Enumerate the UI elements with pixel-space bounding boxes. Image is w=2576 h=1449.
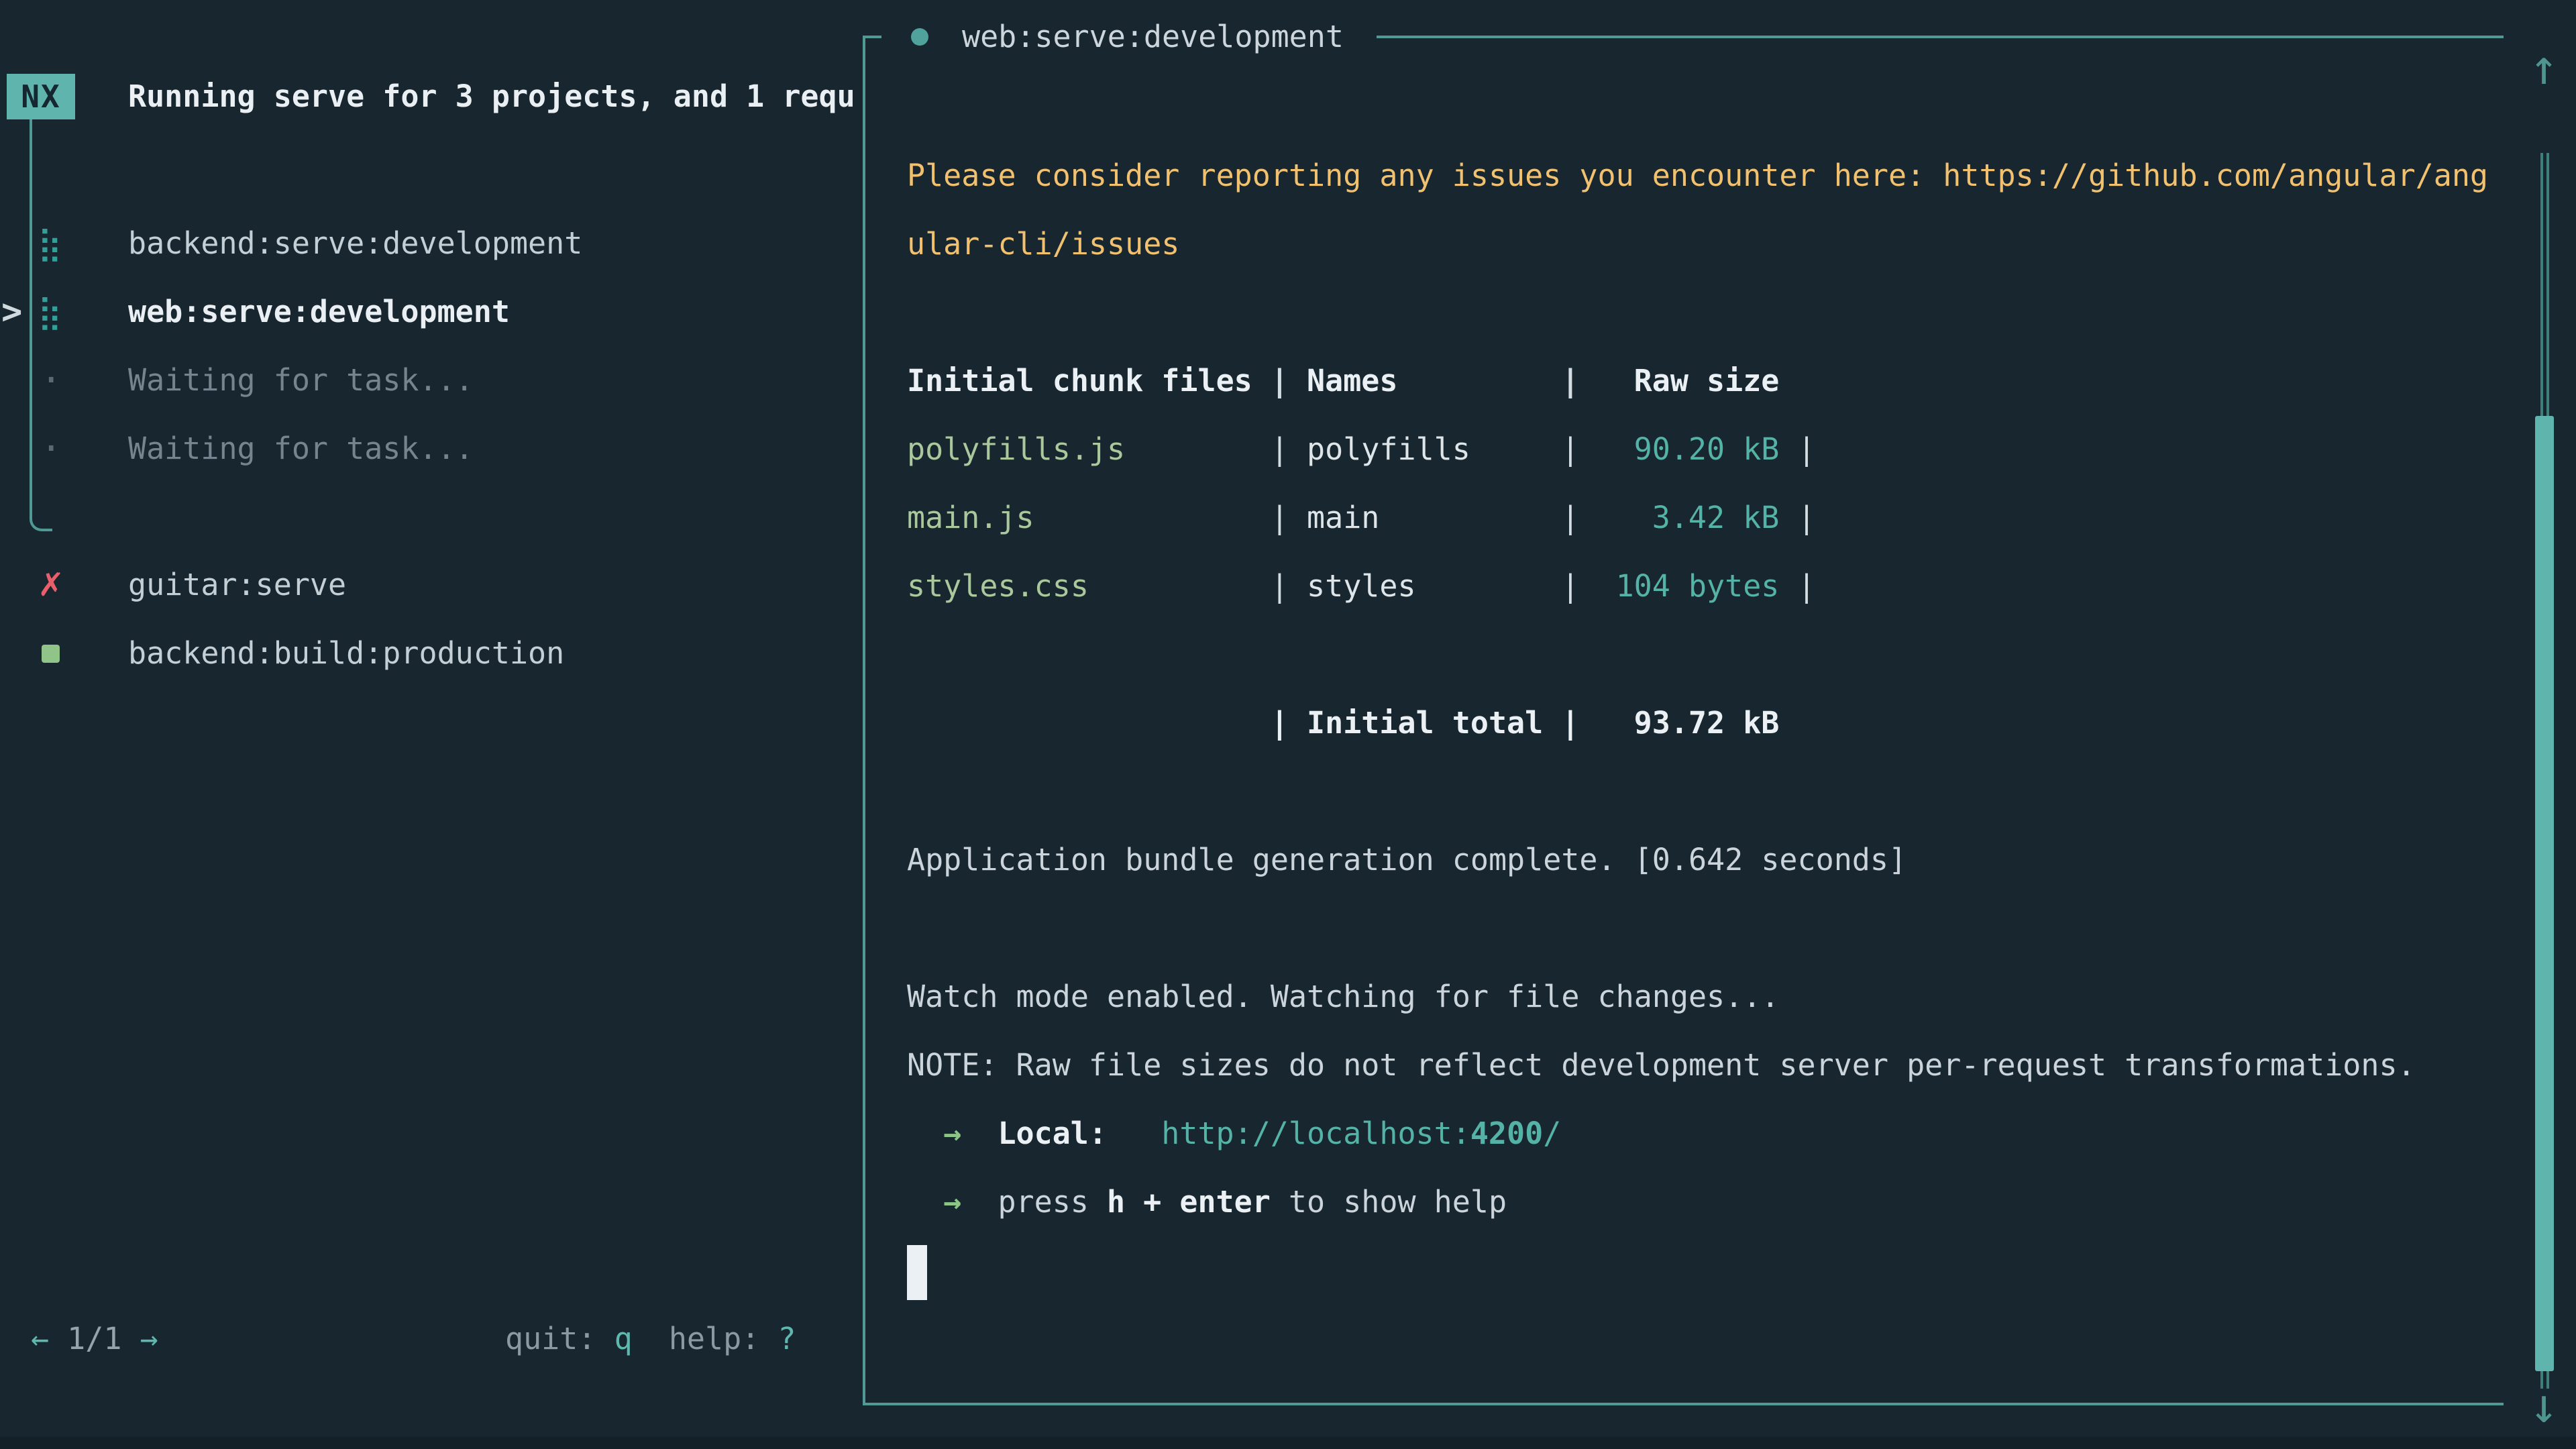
table-separator: |	[1779, 431, 1815, 467]
chunk-name: main	[1307, 484, 1561, 552]
panel-bottom-border	[863, 1403, 2504, 1405]
running-dot-icon	[911, 28, 928, 46]
task-label: guitar:serve	[128, 551, 346, 619]
issues-notice-line1: Please consider reporting any issues you…	[907, 142, 2517, 210]
scrollbar-thumb[interactable]	[2535, 416, 2554, 1371]
table-separator: |	[1561, 568, 1579, 604]
watch-mode-line: Watch mode enabled. Watching for file ch…	[907, 963, 2517, 1031]
table-separator: |	[1561, 363, 1579, 398]
task-row-web-serve[interactable]: > ⣷ web:serve:development	[0, 278, 863, 346]
table-total-row: | Initial total|93.72 kB	[907, 689, 2517, 757]
table-separator: |	[1271, 500, 1307, 535]
chunk-file: styles.css	[907, 552, 1271, 621]
arrow-icon: →	[943, 1184, 961, 1220]
table-separator: |	[1271, 568, 1307, 604]
task-label: backend:serve:development	[128, 209, 582, 278]
col-header-names: Names	[1307, 347, 1561, 415]
pagination: ← 1/1 →	[31, 1305, 158, 1373]
terminal-cursor	[907, 1245, 927, 1300]
total-label: Initial total	[1307, 689, 1561, 757]
task-label: Waiting for task...	[128, 415, 474, 483]
run-summary-title: Running serve for 3 projects, and 1 requ	[128, 74, 855, 119]
url-port: 4200	[1470, 1116, 1543, 1151]
table-row: polyfills.js| polyfills|90.20 kB |	[907, 415, 2517, 484]
chunk-file: main.js	[907, 484, 1271, 552]
chunk-name: polyfills	[1307, 415, 1561, 484]
blank-line	[907, 757, 2517, 826]
bottom-edge-strip	[0, 1437, 2576, 1449]
table-row: styles.css| styles|104 bytes |	[907, 552, 2517, 621]
help-hint-line: → press h + enter to show help	[907, 1168, 2517, 1236]
failed-cross-icon: ✗	[38, 551, 98, 619]
help-label: help:	[633, 1321, 778, 1356]
spinner-icon: ⣷	[38, 209, 98, 278]
table-separator: |	[1271, 705, 1307, 741]
task-row-backend-serve[interactable]: ⣷ backend:serve:development	[0, 209, 863, 278]
help-key: ?	[777, 1321, 796, 1356]
keyboard-shortcuts: quit: q help: ?	[505, 1305, 796, 1373]
help-rest-text: to show help	[1271, 1184, 1507, 1220]
task-list-panel: NX Running serve for 3 projects, and 1 r…	[0, 0, 863, 1449]
localhost-link[interactable]: http://localhost:4200/	[1161, 1116, 1561, 1151]
table-separator: |	[1271, 363, 1307, 398]
bundle-complete-line: Application bundle generation complete. …	[907, 826, 2517, 894]
chunk-name: styles	[1307, 552, 1561, 621]
url-prefix: http://localhost:	[1161, 1116, 1470, 1151]
nx-tui-screen: NX Running serve for 3 projects, and 1 r…	[0, 0, 2576, 1449]
task-label: Waiting for task...	[128, 346, 474, 415]
press-text: press	[998, 1184, 1107, 1220]
waiting-dot-icon: ·	[40, 415, 101, 483]
table-row: main.js| main|3.42 kB |	[907, 484, 2517, 552]
local-label: Local:	[998, 1116, 1107, 1151]
col-header-files: Initial chunk files	[907, 347, 1271, 415]
terminal-pane-title: web:serve:development	[911, 13, 1344, 60]
chunk-size: 104 bytes	[1579, 552, 1779, 621]
selected-caret-icon: >	[1, 278, 22, 346]
total-size: 93.72 kB	[1579, 689, 1779, 757]
help-keys: h + enter	[1107, 1184, 1271, 1220]
url-suffix: /	[1543, 1116, 1561, 1151]
table-separator: |	[1561, 500, 1579, 535]
page-right-arrow-icon[interactable]: →	[140, 1321, 158, 1356]
table-separator: |	[1271, 431, 1307, 467]
quit-key: q	[614, 1321, 633, 1356]
note-line: NOTE: Raw file sizes do not reflect deve…	[907, 1031, 2517, 1099]
chunk-size: 3.42 kB	[1579, 484, 1779, 552]
task-row-backend-build[interactable]: backend:build:production	[0, 619, 863, 688]
task-label-selected: web:serve:development	[128, 278, 510, 346]
page-left-arrow-icon[interactable]: ←	[31, 1321, 49, 1356]
table-separator: |	[1561, 705, 1579, 741]
table-separator: |	[1779, 500, 1815, 535]
issues-notice-line2: ular-cli/issues	[907, 210, 2517, 278]
scroll-down-arrow-icon[interactable]: ↓	[2524, 1368, 2564, 1442]
page-indicator: 1/1	[49, 1321, 140, 1356]
chunk-file: polyfills.js	[907, 415, 1271, 484]
terminal-output: Please consider reporting any issues you…	[907, 142, 2517, 1305]
table-separator: |	[1561, 431, 1579, 467]
panel-top-border	[1377, 36, 2504, 38]
spinner-icon: ⣷	[38, 278, 98, 346]
chunk-size: 90.20 kB	[1579, 415, 1779, 484]
task-row-waiting-1[interactable]: · Waiting for task...	[0, 346, 863, 415]
blank-line	[907, 894, 2517, 963]
waiting-dot-icon: ·	[40, 346, 101, 415]
table-separator: |	[1779, 568, 1815, 604]
chunk-table-header: Initial chunk files| Names|Raw size	[907, 347, 2517, 415]
quit-label: quit:	[505, 1321, 614, 1356]
cursor-line	[907, 1236, 2517, 1305]
task-row-guitar-serve[interactable]: ✗ guitar:serve	[0, 551, 863, 619]
task-label: backend:build:production	[128, 619, 564, 688]
nx-logo-badge: NX	[7, 74, 75, 119]
task-row-waiting-2[interactable]: · Waiting for task...	[0, 415, 863, 483]
blank-line	[907, 278, 2517, 347]
local-url-line: → Local: http://localhost:4200/	[907, 1099, 2517, 1168]
panel-top-border	[863, 36, 881, 38]
arrow-icon: →	[943, 1116, 961, 1151]
scroll-up-arrow-icon[interactable]: ↑	[2524, 30, 2564, 104]
panel-left-border	[863, 36, 865, 1405]
terminal-title-text: web:serve:development	[962, 13, 1344, 60]
blank-line	[907, 621, 2517, 689]
col-header-raw-size: Raw size	[1579, 347, 1779, 415]
success-square-icon	[42, 645, 60, 663]
